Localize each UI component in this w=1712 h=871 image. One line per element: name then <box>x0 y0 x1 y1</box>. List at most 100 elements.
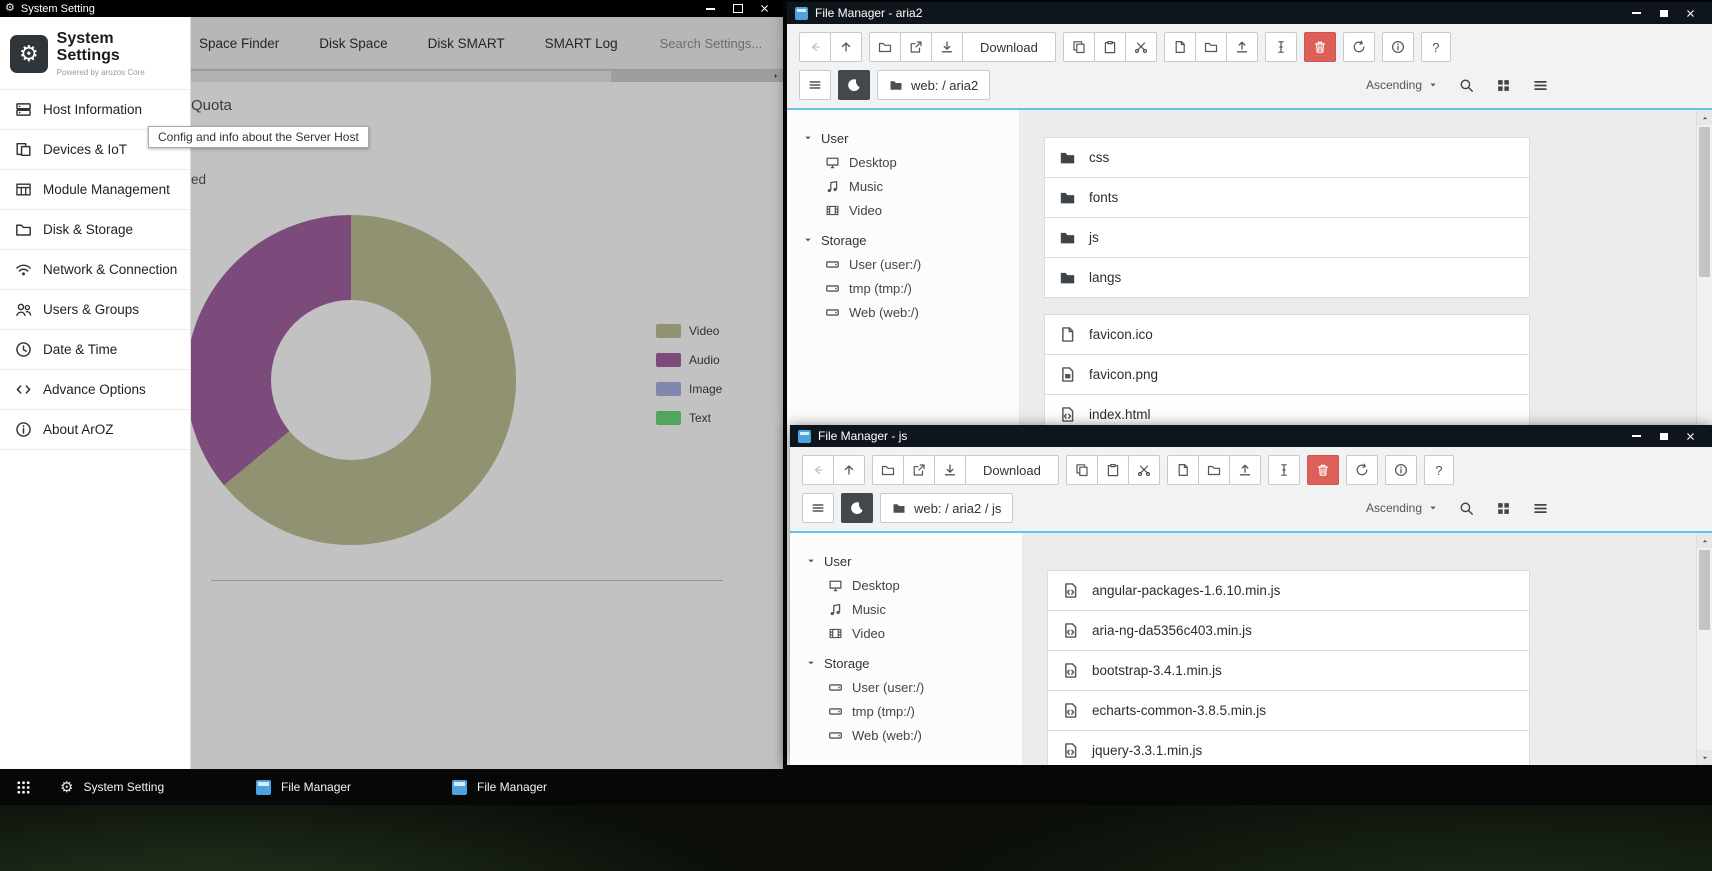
download-button[interactable]: Download <box>965 455 1059 485</box>
breadcrumb[interactable]: web: / aria2 <box>877 70 990 100</box>
scrollbar-thumb[interactable] <box>1699 550 1710 630</box>
close-button[interactable] <box>1677 6 1704 21</box>
taskbar-item-file-manager-1[interactable]: File Manager <box>242 769 438 805</box>
maximize-button[interactable] <box>1650 429 1677 444</box>
tree-item-user-drive[interactable]: User (user:/) <box>806 675 1022 699</box>
scroll-up-button[interactable] <box>1697 110 1712 125</box>
minimize-button[interactable] <box>697 1 724 16</box>
delete-button[interactable] <box>1304 32 1336 62</box>
sidebar-item-disk-storage[interactable]: Disk & Storage <box>0 209 190 249</box>
download-icon-button[interactable] <box>934 455 966 485</box>
tree-item-web-drive[interactable]: Web (web:/) <box>806 723 1022 747</box>
tree-item-desktop[interactable]: Desktop <box>806 573 1022 597</box>
cut-button[interactable] <box>1128 455 1160 485</box>
vertical-scrollbar[interactable] <box>1696 533 1712 765</box>
upload-button[interactable] <box>1226 32 1258 62</box>
breadcrumb[interactable]: web: / aria2 / js <box>880 493 1013 523</box>
file-row[interactable]: angular-packages-1.6.10.min.js <box>1047 570 1530 611</box>
grid-view-button[interactable] <box>1488 71 1518 99</box>
new-folder-button[interactable] <box>1195 32 1227 62</box>
back-button[interactable] <box>799 32 831 62</box>
tree-section-storage[interactable]: Storage <box>803 228 1019 252</box>
fm-titlebar[interactable]: File Manager - aria2 <box>787 2 1712 24</box>
tab-disk-space[interactable]: Disk Space <box>319 36 387 51</box>
taskbar-item-system-setting[interactable]: ⚙ System Setting <box>46 769 242 805</box>
file-row[interactable]: aria-ng-da5356c403.min.js <box>1047 610 1530 651</box>
file-row[interactable]: favicon.ico <box>1044 314 1530 355</box>
open-button[interactable] <box>869 32 901 62</box>
sidebar-item-about-aroz[interactable]: About ArOZ <box>0 409 190 450</box>
open-button[interactable] <box>872 455 904 485</box>
dark-mode-toggle[interactable] <box>841 493 873 523</box>
file-row[interactable]: echarts-common-3.8.5.min.js <box>1047 690 1530 731</box>
maximize-button[interactable] <box>1650 6 1677 21</box>
upload-button[interactable] <box>1229 455 1261 485</box>
info-button[interactable] <box>1382 32 1414 62</box>
tree-section-storage[interactable]: Storage <box>806 651 1022 675</box>
up-button[interactable] <box>830 32 862 62</box>
fm-titlebar[interactable]: File Manager - js <box>790 425 1712 447</box>
paste-button[interactable] <box>1097 455 1129 485</box>
back-button[interactable] <box>802 455 834 485</box>
scroll-down-button[interactable] <box>1697 750 1712 765</box>
refresh-button[interactable] <box>1346 455 1378 485</box>
tree-item-music[interactable]: Music <box>806 597 1022 621</box>
file-row[interactable]: favicon.png <box>1044 354 1530 395</box>
up-button[interactable] <box>833 455 865 485</box>
list-view-button[interactable] <box>1525 71 1555 99</box>
menu-button[interactable] <box>802 493 834 523</box>
sidebar-item-advance-options[interactable]: Advance Options <box>0 369 190 409</box>
app-launcher-button[interactable] <box>0 769 46 805</box>
settings-search-input[interactable] <box>658 35 774 52</box>
file-row[interactable]: jquery-3.3.1.min.js <box>1047 730 1530 765</box>
delete-button[interactable] <box>1307 455 1339 485</box>
help-button[interactable]: ? <box>1424 455 1454 485</box>
sort-dropdown[interactable]: Ascending <box>1360 78 1444 92</box>
open-in-new-button[interactable] <box>900 32 932 62</box>
tree-item-web-drive[interactable]: Web (web:/) <box>803 300 1019 324</box>
sort-dropdown[interactable]: Ascending <box>1360 501 1444 515</box>
tree-item-tmp-drive[interactable]: tmp (tmp:/) <box>806 699 1022 723</box>
tree-item-video[interactable]: Video <box>803 198 1019 222</box>
file-row[interactable]: bootstrap-3.4.1.min.js <box>1047 650 1530 691</box>
rename-button[interactable] <box>1265 32 1297 62</box>
search-button[interactable] <box>1451 71 1481 99</box>
scrollbar-thumb[interactable] <box>191 71 611 82</box>
minimize-button[interactable] <box>1623 429 1650 444</box>
sidebar-item-host-information[interactable]: Host Information <box>0 89 190 129</box>
sidebar-item-module-management[interactable]: Module Management <box>0 169 190 209</box>
new-folder-button[interactable] <box>1198 455 1230 485</box>
info-button[interactable] <box>1385 455 1417 485</box>
tree-item-user-drive[interactable]: User (user:/) <box>803 252 1019 276</box>
list-view-button[interactable] <box>1525 494 1555 522</box>
minimize-button[interactable] <box>1623 6 1650 21</box>
scroll-up-button[interactable] <box>1697 533 1712 548</box>
refresh-button[interactable] <box>1343 32 1375 62</box>
system-settings-titlebar[interactable]: ⚙ System Setting <box>0 0 783 17</box>
open-in-new-button[interactable] <box>903 455 935 485</box>
scrollbar-thumb[interactable] <box>1699 127 1710 277</box>
tree-section-user[interactable]: User <box>803 126 1019 150</box>
close-button[interactable] <box>1677 429 1704 444</box>
taskbar-item-file-manager-2[interactable]: File Manager <box>438 769 634 805</box>
close-button[interactable] <box>751 1 778 16</box>
tree-section-user[interactable]: User <box>806 549 1022 573</box>
scroll-right-button[interactable] <box>769 70 783 82</box>
download-icon-button[interactable] <box>931 32 963 62</box>
sidebar-item-users-groups[interactable]: Users & Groups <box>0 289 190 329</box>
cut-button[interactable] <box>1125 32 1157 62</box>
menu-button[interactable] <box>799 70 831 100</box>
copy-button[interactable] <box>1063 32 1095 62</box>
dark-mode-toggle[interactable] <box>838 70 870 100</box>
tab-smart-log[interactable]: SMART Log <box>545 36 618 51</box>
maximize-button[interactable] <box>724 1 751 16</box>
tree-item-music[interactable]: Music <box>803 174 1019 198</box>
help-button[interactable]: ? <box>1421 32 1451 62</box>
folder-row[interactable]: langs <box>1044 257 1530 298</box>
rename-button[interactable] <box>1268 455 1300 485</box>
folder-row[interactable]: js <box>1044 217 1530 258</box>
download-button[interactable]: Download <box>962 32 1056 62</box>
paste-button[interactable] <box>1094 32 1126 62</box>
tab-space-finder[interactable]: Space Finder <box>199 36 279 51</box>
folder-row[interactable]: css <box>1044 137 1530 178</box>
